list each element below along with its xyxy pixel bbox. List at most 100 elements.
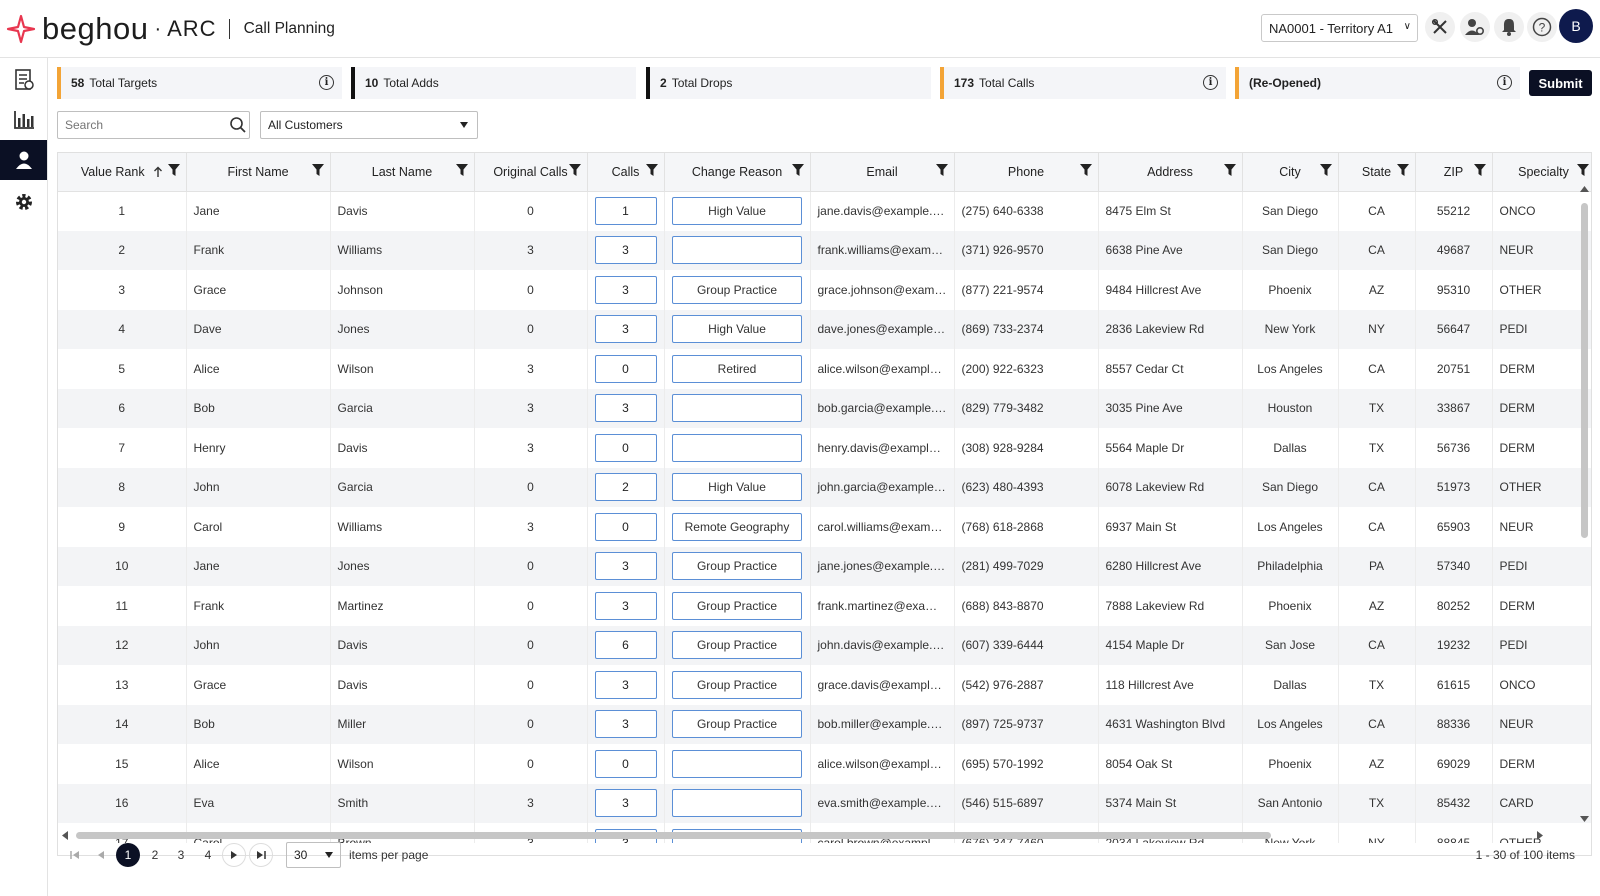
sort-ascending-icon[interactable] <box>145 165 163 179</box>
change-reason-select[interactable] <box>672 749 802 778</box>
filter-icon[interactable] <box>167 164 180 177</box>
table-row[interactable]: 8 John Garcia 0 2 High Value john.garcia@examp… <box>58 467 1591 507</box>
column-header[interactable]: Change Reason <box>664 153 811 192</box>
change-reason-select[interactable]: Group Practice <box>672 710 802 739</box>
info-icon[interactable]: i <box>319 75 334 90</box>
filter-icon[interactable] <box>1473 164 1486 177</box>
filter-icon[interactable] <box>311 164 324 177</box>
table-row[interactable]: 14 Bob Miller 0 3 Group Practice bob.miller@ex… <box>58 704 1591 744</box>
calls-input[interactable]: 0 <box>594 354 657 383</box>
document-icon[interactable] <box>0 60 47 100</box>
change-reason-select[interactable]: Remote Geography <box>672 512 802 541</box>
calls-input[interactable]: 0 <box>594 749 657 778</box>
table-row[interactable]: 6 Bob Garcia 3 3 bob.garcia@example.c... (829)… <box>58 388 1591 428</box>
filter-icon[interactable] <box>1396 164 1409 177</box>
search-input[interactable] <box>57 111 250 139</box>
calls-input[interactable]: 0 <box>594 433 657 462</box>
change-reason-select[interactable]: Retired <box>672 354 802 383</box>
page-size-select[interactable]: 30 <box>286 842 341 868</box>
table-row[interactable]: 11 Frank Martinez 0 3 Group Practice frank.mar… <box>58 586 1591 626</box>
change-reason-select[interactable]: High Value <box>672 197 802 225</box>
table-row[interactable]: 16 Eva Smith 3 3 eva.smith@example.co... (546)… <box>58 783 1591 823</box>
next-page-button[interactable] <box>222 843 246 867</box>
column-header[interactable]: Phone <box>954 153 1099 192</box>
table-row[interactable]: 15 Alice Wilson 0 0 alice.wilson@example....(… <box>58 744 1591 784</box>
calls-input[interactable]: 3 <box>594 236 657 265</box>
filter-icon[interactable] <box>791 164 804 177</box>
info-icon[interactable]: i <box>1203 75 1218 90</box>
page-button[interactable]: 3 <box>169 843 193 867</box>
table-row[interactable]: 4 Dave Jones 0 3 High Value dave.jones@example… <box>58 309 1591 349</box>
column-header[interactable]: Last Name <box>330 153 475 192</box>
column-header[interactable]: Calls <box>587 153 665 192</box>
change-reason-select[interactable] <box>672 394 802 423</box>
table-row[interactable]: 5 Alice Wilson 3 0 Retired alice.wilson@exampl… <box>58 349 1591 389</box>
change-reason-select[interactable] <box>672 789 802 818</box>
avatar[interactable]: B <box>1559 9 1593 43</box>
calls-input[interactable]: 3 <box>594 275 657 304</box>
filter-icon[interactable] <box>1319 164 1332 177</box>
last-page-button[interactable] <box>249 843 273 867</box>
change-reason-select[interactable]: Group Practice <box>672 275 802 304</box>
table-row[interactable]: 1 Jane Davis 0 1 High Value jane.davis@example… <box>58 191 1591 231</box>
search-icon[interactable] <box>229 116 247 134</box>
calls-input[interactable]: 3 <box>594 670 657 699</box>
table-row[interactable]: 7 Henry Davis 3 0 henry.davis@example.c... (30… <box>58 428 1591 468</box>
column-header[interactable]: Email <box>810 153 955 192</box>
filter-icon[interactable] <box>455 164 468 177</box>
filter-icon[interactable] <box>935 164 948 177</box>
info-icon[interactable]: i <box>1497 75 1512 90</box>
calls-input[interactable]: 3 <box>594 591 657 620</box>
filter-icon[interactable] <box>1079 164 1092 177</box>
user-settings-icon[interactable] <box>1460 12 1490 42</box>
change-reason-select[interactable]: High Value <box>672 473 802 502</box>
filter-icon[interactable] <box>1576 164 1589 177</box>
column-header[interactable]: ZIP <box>1415 153 1493 192</box>
user-icon[interactable] <box>0 140 47 180</box>
logo[interactable]: beghou · ARC Call Planning <box>6 12 335 46</box>
calls-input[interactable]: 6 <box>594 631 657 660</box>
filter-icon[interactable] <box>568 164 581 177</box>
column-header[interactable]: First Name <box>186 153 331 192</box>
first-page-button[interactable] <box>63 843 87 867</box>
change-reason-select[interactable] <box>672 236 802 265</box>
vertical-scrollbar[interactable] <box>1577 185 1591 825</box>
table-row[interactable]: 12 John Davis 0 6 Group Practice john.davis@ex… <box>58 625 1591 665</box>
filter-icon[interactable] <box>1223 164 1236 177</box>
table-row[interactable]: 9 Carol Williams 3 0 Remote Geography carol.wi… <box>58 507 1591 547</box>
calls-input[interactable]: 3 <box>594 552 657 581</box>
column-header[interactable]: City <box>1242 153 1339 192</box>
table-row[interactable]: 13 Grace Davis 0 3 Group Practice grace.davis@… <box>58 665 1591 705</box>
change-reason-select[interactable] <box>672 433 802 462</box>
horizontal-scroll-thumb[interactable] <box>76 832 1271 839</box>
calls-input[interactable]: 3 <box>594 789 657 818</box>
page-button[interactable]: 2 <box>143 843 167 867</box>
change-reason-select[interactable]: Group Practice <box>672 631 802 660</box>
calls-input[interactable]: 0 <box>594 512 657 541</box>
bar-chart-icon[interactable] <box>0 100 47 140</box>
table-row[interactable]: 2 Frank Williams 3 3 frank.williams@exampl...… <box>58 230 1591 270</box>
settings-icon[interactable] <box>0 182 47 222</box>
horizontal-scrollbar[interactable] <box>58 829 1579 841</box>
change-reason-select[interactable]: Group Practice <box>672 670 802 699</box>
column-header[interactable]: State <box>1338 153 1416 192</box>
table-row[interactable]: 10 Jane Jones 0 3 Group Practice jane.jones@ex… <box>58 546 1591 586</box>
column-header[interactable]: Original Calls <box>474 153 588 192</box>
vertical-scroll-thumb[interactable] <box>1581 203 1588 538</box>
calls-input[interactable]: 3 <box>594 394 657 423</box>
change-reason-select[interactable]: Group Practice <box>672 591 802 620</box>
tools-icon[interactable] <box>1425 12 1455 42</box>
calls-input[interactable]: 3 <box>594 710 657 739</box>
filter-icon[interactable] <box>645 164 658 177</box>
column-header[interactable]: Value Rank <box>58 153 187 192</box>
column-header[interactable]: Address <box>1098 153 1243 192</box>
page-button[interactable]: 1 <box>116 843 140 867</box>
calls-input[interactable]: 2 <box>594 473 657 502</box>
calls-input[interactable]: 1 <box>594 197 657 225</box>
help-icon[interactable]: ? <box>1527 12 1557 42</box>
change-reason-select[interactable]: High Value <box>672 315 802 344</box>
table-row[interactable]: 3 Grace Johnson 0 3 Group Practice grace.johns… <box>58 270 1591 310</box>
prev-page-button[interactable] <box>89 843 113 867</box>
submit-button[interactable]: Submit <box>1529 70 1592 96</box>
territory-select[interactable]: NA0001 - Territory A1 ∨ <box>1261 14 1418 42</box>
